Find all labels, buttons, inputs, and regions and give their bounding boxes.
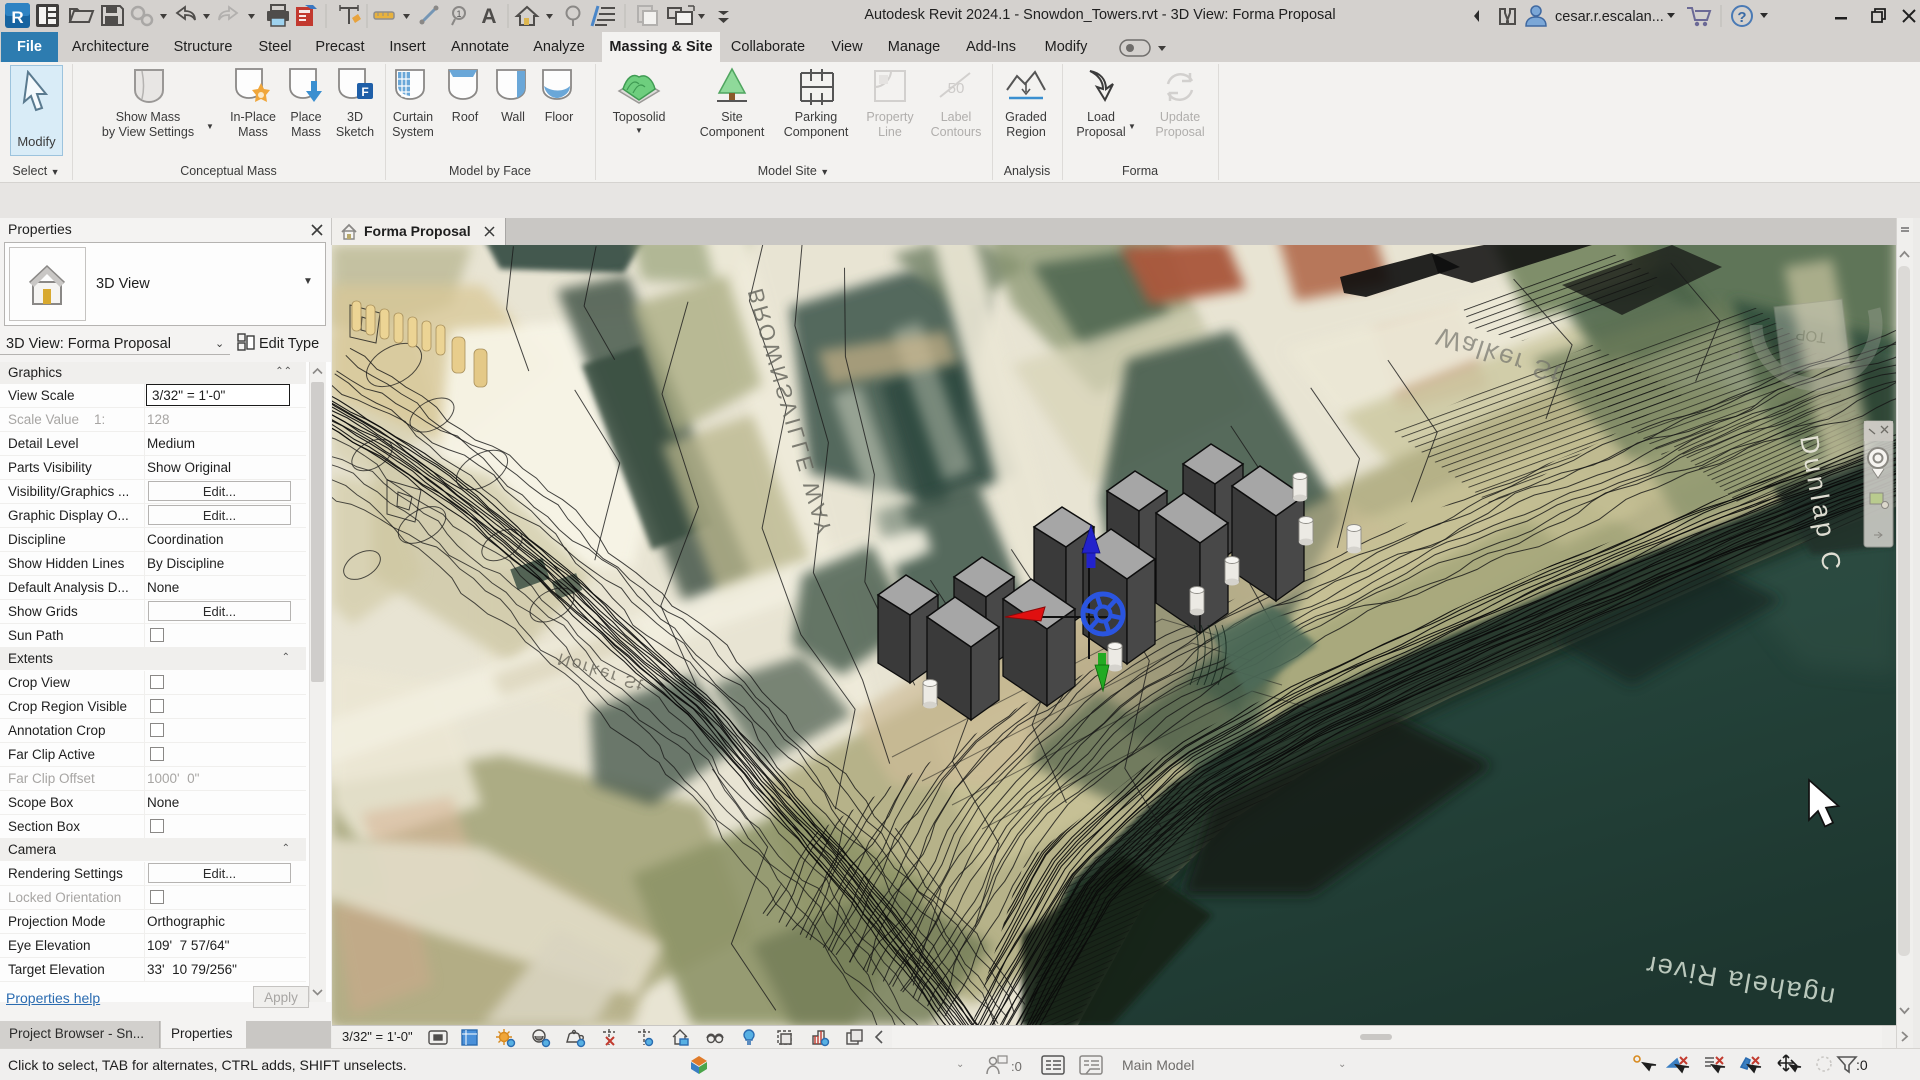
- svg-text:A: A: [481, 5, 496, 28]
- svg-text::0: :0: [1011, 1059, 1022, 1074]
- svg-text:E: E: [1729, 342, 1742, 363]
- svg-text:F: F: [361, 85, 368, 99]
- svg-text:?: ?: [1737, 9, 1746, 26]
- svg-text:R: R: [11, 8, 23, 27]
- svg-text:50: 50: [948, 80, 965, 97]
- svg-text:cesar.r.escalan...: cesar.r.escalan...: [1555, 9, 1664, 25]
- svg-text:1: 1: [456, 9, 461, 19]
